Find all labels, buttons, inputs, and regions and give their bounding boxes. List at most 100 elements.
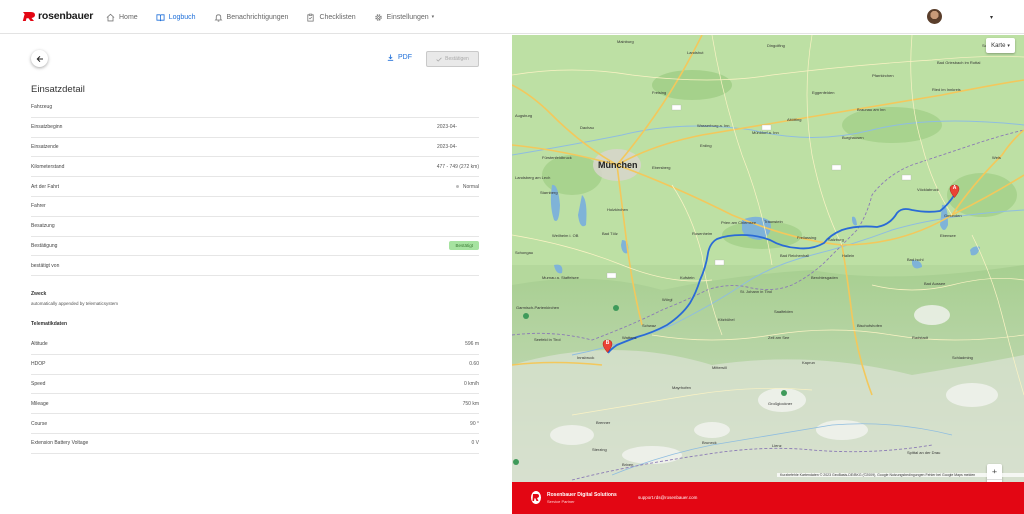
nav-item-einstellungen[interactable]: Einstellungen ▾ bbox=[374, 13, 434, 22]
row-value: 2023-04- bbox=[436, 124, 457, 131]
map-attribution[interactable]: Kurzbefehle Kartendaten © 2023 GeoBasis-… bbox=[777, 473, 1024, 477]
map-label: Bad Tölz bbox=[602, 231, 618, 236]
telematics-row-speed: Speed 0 km/h bbox=[31, 375, 479, 395]
map-label: Vöcklabruck bbox=[917, 187, 939, 192]
user-menu-chevron-icon[interactable]: ▾ bbox=[990, 14, 993, 21]
map-label: Prien am Chiemsee bbox=[721, 220, 757, 225]
check-icon bbox=[436, 57, 442, 62]
row-label: Course bbox=[31, 420, 48, 427]
map-label: Wels bbox=[992, 155, 1001, 160]
map-label: Landsberg am Lech bbox=[515, 175, 551, 180]
nav-item-home[interactable]: Home bbox=[106, 13, 138, 22]
footer-role: Service Partner bbox=[547, 499, 575, 504]
nav-label-checklisten: Checklisten bbox=[319, 13, 356, 21]
nav-label-benachrichtigungen: Benachrichtigungen bbox=[226, 13, 289, 21]
map-label: Spittal an der Drau bbox=[907, 450, 941, 455]
row-value-wrap: Normal bbox=[455, 183, 479, 190]
map-label: Ebensee bbox=[940, 233, 956, 238]
map-label: Wörgl bbox=[662, 297, 673, 302]
detail-row-bestaetigung: Bestätigung Bestätigt bbox=[31, 237, 479, 257]
row-label: Mileage bbox=[31, 400, 49, 407]
map-label: Mayrhofen bbox=[672, 385, 691, 390]
marker-label: A bbox=[952, 185, 957, 191]
map-label-munich: München bbox=[598, 160, 638, 170]
nav-label-einstellungen: Einstellungen bbox=[386, 13, 429, 21]
nav-item-checklisten[interactable]: Checklisten bbox=[306, 13, 356, 22]
map-label: Fürstenfeldbruck bbox=[542, 155, 572, 160]
map-type-label: Karte bbox=[991, 42, 1006, 49]
rosenbauer-logo[interactable]: rosenbauer bbox=[22, 10, 93, 22]
map-label: Kitzbühel bbox=[718, 317, 735, 322]
map-label: Landshut bbox=[687, 50, 704, 55]
pdf-download-button[interactable]: PDF bbox=[387, 54, 412, 61]
map-label: Braunau am Inn bbox=[857, 107, 886, 112]
map-label: Zell am See bbox=[768, 335, 790, 340]
detail-row-bestaetigt-von: bestätigt von bbox=[31, 256, 479, 277]
chevron-down-icon: ▾ bbox=[1007, 42, 1010, 49]
row-value: 0 km/h bbox=[463, 380, 479, 387]
map-label: Wasserburg a. Inn bbox=[697, 123, 730, 128]
map-label: Bad Ischl bbox=[907, 257, 924, 262]
detail-row-kilometerstand: Kilometerstand 477 - 749 (272 km) bbox=[31, 157, 479, 178]
detail-row-fahrer: Fahrer bbox=[31, 197, 479, 217]
rosenbauer-logo-mark bbox=[22, 12, 35, 21]
row-value: Normal bbox=[462, 183, 479, 190]
service-partner-footer: Rosenbauer Digital Solutions Service Par… bbox=[512, 482, 1024, 514]
map-label: Starnberg bbox=[540, 190, 558, 195]
map-label: Bad Aussee bbox=[924, 281, 946, 286]
detail-table: Fahrzeug Einsatzbeginn 2023-04- Einsatze… bbox=[31, 98, 479, 277]
map-label: Altötting bbox=[787, 117, 802, 122]
map-label: Brixen bbox=[622, 462, 634, 467]
map-label: Salzburg bbox=[828, 237, 844, 242]
confirm-label: Bestätigen bbox=[445, 56, 469, 62]
map-label: Schwaz bbox=[642, 323, 657, 328]
row-value: 596 m bbox=[465, 341, 479, 348]
map-label: Radstadt bbox=[912, 335, 929, 340]
zweck-heading: Zweck bbox=[31, 291, 47, 297]
top-navbar: rosenbauer Home Logbuch Benachrichtigung… bbox=[0, 0, 1024, 34]
map-label: Garmisch-Partenkirchen bbox=[516, 305, 560, 310]
map-label: Ried im Innkreis bbox=[932, 87, 961, 92]
main-nav: Home Logbuch Benachrichtigungen Checklis… bbox=[106, 0, 452, 34]
route-start-marker[interactable]: A bbox=[949, 184, 960, 198]
map-label: Burghausen bbox=[842, 135, 864, 140]
telematics-row-battery-voltage: Extension Battery Voltage 0 V bbox=[31, 434, 479, 454]
map-label: Saalfelden bbox=[774, 309, 793, 314]
confirm-button[interactable]: Bestätigen bbox=[426, 51, 479, 67]
telematics-row-course: Course 90 ° bbox=[31, 414, 479, 434]
row-label: Fahrer bbox=[31, 203, 46, 210]
map-label: Eggenfelden bbox=[812, 90, 835, 95]
row-label: Art der Fahrt bbox=[31, 183, 60, 190]
row-label: Einsatzende bbox=[31, 143, 59, 150]
detail-row-einsatzbeginn: Einsatzbeginn 2023-04- bbox=[31, 118, 479, 138]
avatar[interactable] bbox=[927, 9, 942, 24]
status-dot bbox=[455, 185, 459, 189]
map-label: Berchtesgaden bbox=[811, 275, 838, 280]
map-type-selector[interactable]: Karte ▾ bbox=[986, 38, 1015, 53]
route-map[interactable]: München Augsburg Freising Erding Dachau … bbox=[512, 35, 1024, 482]
map-label: Mainburg bbox=[617, 39, 634, 44]
back-button[interactable] bbox=[31, 50, 48, 67]
row-value: 2023-04- bbox=[436, 143, 457, 150]
telematics-table: Altitude 596 m HDOP 0.60 Speed 0 km/h Mi… bbox=[31, 335, 479, 454]
telematics-row-altitude: Altitude 596 m bbox=[31, 335, 479, 355]
telematics-heading: Telematikdaten bbox=[31, 321, 68, 327]
brand-name: rosenbauer bbox=[38, 10, 94, 22]
map-label: Murnau a. Staffelsee bbox=[542, 275, 579, 280]
download-icon bbox=[387, 54, 394, 61]
status-badge: Bestätigt bbox=[449, 241, 479, 251]
nav-item-benachrichtigungen[interactable]: Benachrichtigungen bbox=[214, 13, 289, 22]
row-value: 0 V bbox=[471, 440, 479, 447]
route-end-marker[interactable]: B bbox=[602, 339, 613, 353]
rosenbauer-logo bbox=[531, 491, 541, 504]
map-label: Weilheim i. OB bbox=[552, 233, 579, 238]
detail-row-art-der-fahrt: Art der Fahrt Normal bbox=[31, 177, 479, 197]
book-icon bbox=[156, 13, 165, 21]
detail-row-besatzung: Besatzung bbox=[31, 217, 479, 237]
map-label: Kaprun bbox=[802, 360, 815, 365]
map-label: Gmunden bbox=[944, 213, 962, 218]
map-terrain bbox=[512, 35, 1024, 482]
nav-item-logbuch[interactable]: Logbuch bbox=[156, 13, 196, 22]
support-email-link[interactable]: support.rds@rosenbauer.com bbox=[638, 495, 697, 500]
map-label: Brenner bbox=[596, 420, 611, 425]
